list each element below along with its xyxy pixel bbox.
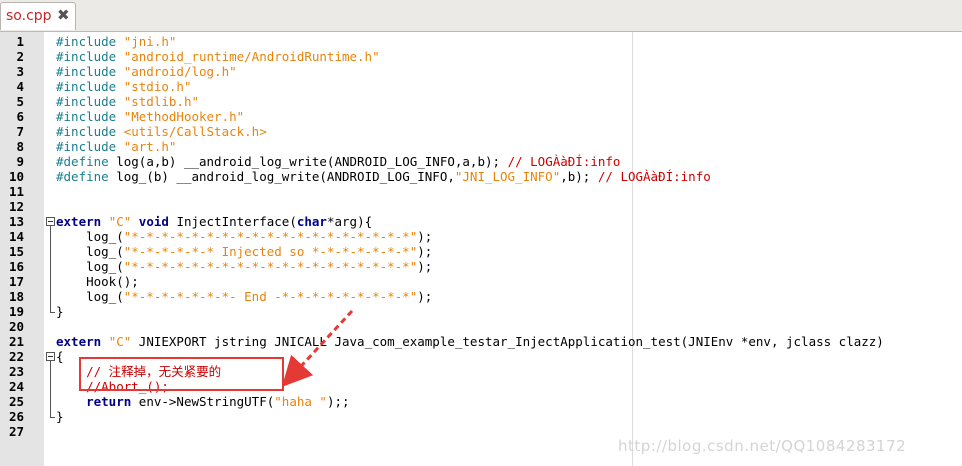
jni-function-fold-line: [50, 361, 51, 417]
inject-interface-fold-toggle[interactable]: [46, 217, 55, 226]
inject-interface-fold-line: [50, 226, 51, 312]
watermark: http://blog.csdn.net/QQ1084283172: [618, 437, 907, 455]
inject-interface-fold-end: [50, 312, 55, 313]
jni-function-fold-end: [50, 417, 55, 418]
annotation-arrow: [281, 309, 354, 388]
jni-function-fold-toggle[interactable]: [46, 352, 55, 361]
